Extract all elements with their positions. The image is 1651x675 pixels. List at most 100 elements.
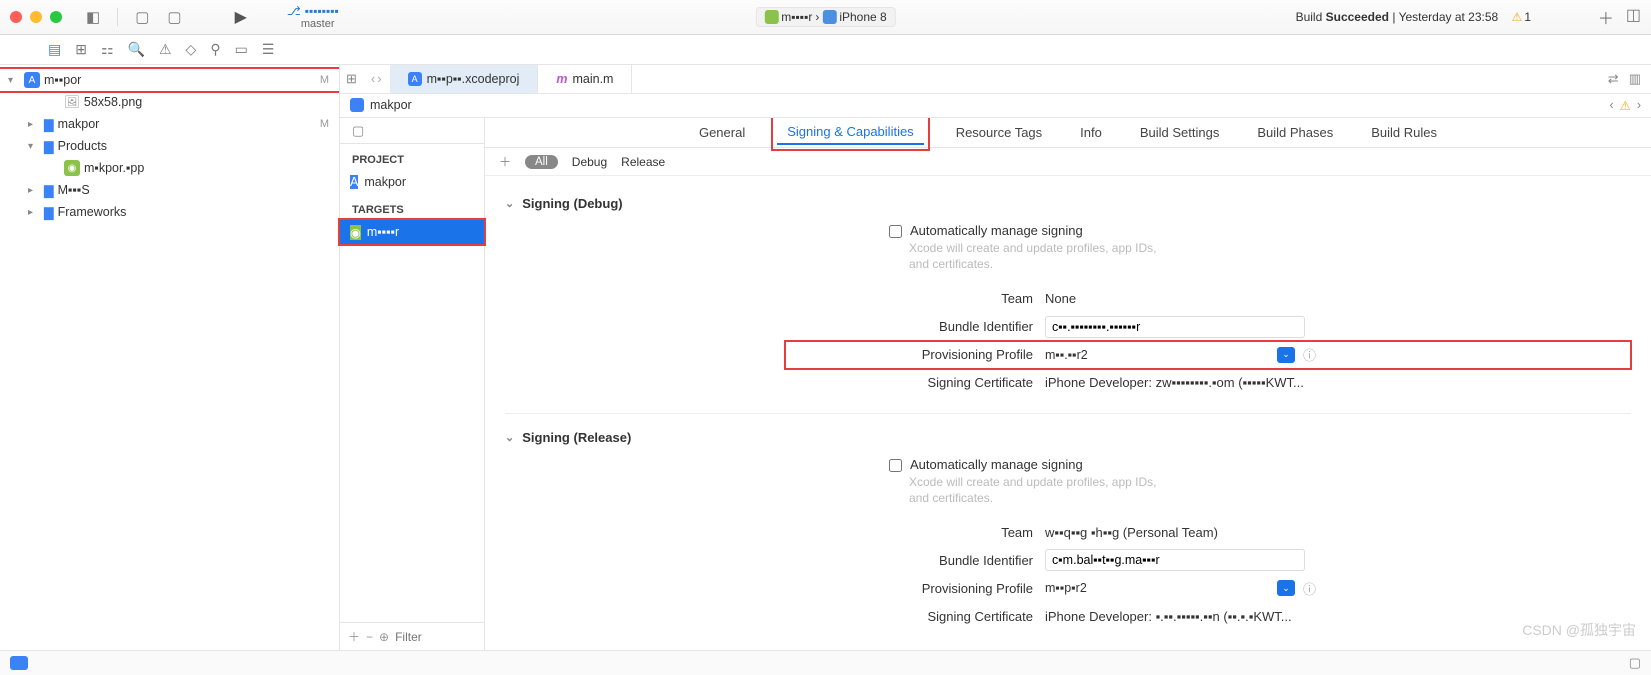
filter-input[interactable] — [395, 630, 455, 644]
disclosure-icon[interactable]: ▾ — [8, 75, 20, 86]
project-item[interactable]: A makpor — [340, 170, 484, 194]
activity-view: Build Succeeded | Yesterday at 23:58 1 — [1296, 10, 1531, 24]
forward-icon[interactable]: ▢ — [167, 8, 181, 26]
project-nav-icon[interactable]: ▤ — [48, 41, 61, 58]
forward-icon[interactable]: › — [1637, 98, 1641, 112]
disclosure-icon[interactable] — [48, 163, 60, 174]
scm-status: M — [320, 118, 329, 130]
folder-icon: ▇ — [44, 117, 54, 132]
separator — [117, 8, 118, 26]
outline-toggle-icon[interactable]: ▢ — [340, 118, 484, 144]
auto-manage-signing-checkbox[interactable] — [889, 459, 902, 472]
tab-mainm[interactable]: m main.m — [538, 65, 632, 93]
tree-row[interactable]: ▾Am▪▪porM — [0, 69, 339, 91]
run-button[interactable]: ▶ — [235, 7, 247, 27]
scm-branch[interactable]: ⎇▪▪▪▪▪▪▪▪ master — [287, 4, 339, 30]
tab-general[interactable]: General — [693, 121, 751, 144]
tab-project[interactable]: A m▪▪p▪▪.xcodeproj — [390, 65, 539, 93]
editor-tabbar: ⊞ ‹› A m▪▪p▪▪.xcodeproj m main.m ⇄ ▥ — [340, 65, 1651, 94]
project-file-icon: A — [408, 72, 422, 86]
find-nav-icon[interactable]: 🔍 — [128, 41, 145, 58]
info-icon[interactable]: ⓘ — [1303, 345, 1316, 364]
tree-row[interactable]: 🖼58x58.png — [0, 91, 339, 113]
bundle-id-input[interactable] — [1045, 316, 1305, 338]
expand-icon[interactable]: ▢ — [1629, 655, 1641, 671]
tab-build-settings[interactable]: Build Settings — [1134, 121, 1226, 144]
test-nav-icon[interactable]: ◇ — [186, 41, 197, 58]
scm-status: M — [320, 74, 329, 86]
tab-resource-tags[interactable]: Resource Tags — [950, 121, 1048, 144]
scheme-selector[interactable]: m▪▪▪▪r › iPhone 8 — [755, 7, 895, 27]
close-icon[interactable] — [10, 11, 22, 23]
add-capability-icon[interactable]: ＋ — [499, 153, 511, 170]
source-nav-icon[interactable]: ⊞ — [75, 41, 87, 58]
separator — [505, 413, 1631, 414]
tree-row[interactable]: ▾▇Products — [0, 135, 339, 157]
signing-cert-value[interactable]: iPhone Developer: ▪.▪▪.▪▪▪▪▪.▪▪n (▪▪.▪.▪… — [1045, 609, 1292, 624]
back-icon[interactable]: ‹ — [1609, 98, 1613, 112]
target-item[interactable]: ◉ m▪▪▪▪r — [340, 220, 484, 244]
disclosure-icon[interactable]: ▸ — [28, 207, 40, 218]
tab-signing[interactable]: Signing & Capabilities — [777, 120, 923, 145]
signing-cert-value[interactable]: iPhone Developer: zw▪▪▪▪▪▪▪▪.▪om (▪▪▪▪▪K… — [1045, 375, 1304, 390]
report-nav-icon[interactable]: ☰ — [262, 41, 275, 58]
back-arrow-icon[interactable]: ‹ — [371, 71, 375, 86]
app-target-icon: ◉ — [350, 225, 361, 240]
provisioning-profile-value: m▪▪.▪▪r2 — [1045, 348, 1088, 362]
disclosure-icon[interactable] — [48, 97, 60, 108]
auto-manage-hint: Xcode will create and update profiles, a… — [909, 474, 1169, 506]
auto-manage-label: Automatically manage signing — [910, 457, 1083, 472]
issue-nav-icon[interactable]: ⚠ — [159, 41, 172, 58]
disclosure-icon[interactable]: ▸ — [28, 185, 40, 196]
section-signing-debug[interactable]: ⌄ Signing (Debug) — [505, 196, 1631, 211]
library-icon[interactable]: ◫ — [1626, 5, 1641, 29]
symbol-nav-icon[interactable]: ⚏ — [101, 41, 114, 58]
tree-label: m▪kpor.▪pp — [84, 161, 144, 175]
split-icon[interactable]: ▥ — [1629, 71, 1641, 87]
remove-target-icon[interactable]: − — [366, 630, 373, 644]
target-item-label: m▪▪▪▪r — [367, 225, 399, 239]
chevron-down-icon: ⌄ — [505, 431, 514, 444]
filter-tag-icon[interactable] — [10, 656, 28, 670]
config-all[interactable]: All — [525, 155, 558, 169]
add-icon[interactable]: ＋ — [1598, 5, 1614, 29]
info-icon[interactable]: ⓘ — [1303, 579, 1316, 598]
debug-nav-icon[interactable]: ⚲ — [210, 41, 220, 58]
bundle-id-input[interactable] — [1045, 549, 1305, 571]
related-items-icon[interactable]: ⊞ — [340, 65, 363, 93]
config-debug[interactable]: Debug — [572, 155, 607, 169]
config-release[interactable]: Release — [621, 155, 665, 169]
auto-manage-label: Automatically manage signing — [910, 223, 1083, 238]
dropdown-icon: ⌄ — [1277, 347, 1295, 363]
tab-build-phases[interactable]: Build Phases — [1251, 121, 1339, 144]
breakpoint-nav-icon[interactable]: ▭ — [235, 41, 248, 58]
tree-row[interactable]: ▸▇makporM — [0, 113, 339, 135]
tree-row[interactable]: ▸▇Frameworks — [0, 201, 339, 223]
tree-label: Products — [58, 139, 107, 153]
tree-row[interactable]: ◉m▪kpor.▪pp — [0, 157, 339, 179]
scheme-name: m▪▪▪▪r — [781, 10, 812, 24]
provisioning-profile-dropdown[interactable]: m▪▪p▪r2 ⌄ — [1045, 580, 1295, 596]
warning-badge[interactable]: 1 — [1512, 10, 1531, 24]
team-value[interactable]: None — [1045, 291, 1076, 306]
tab-build-rules[interactable]: Build Rules — [1365, 121, 1443, 144]
tree-row[interactable]: ▸▇M▪▪▪S — [0, 179, 339, 201]
disclosure-icon[interactable]: ▸ — [28, 119, 40, 130]
back-icon[interactable]: ▢ — [135, 8, 149, 26]
compare-icon[interactable]: ⇄ — [1608, 71, 1619, 87]
sidebar-toggle-icon[interactable]: ◧ — [86, 8, 100, 26]
tab-info[interactable]: Info — [1074, 121, 1108, 144]
fwd-arrow-icon[interactable]: › — [377, 71, 381, 86]
add-target-icon[interactable]: ＋ — [348, 628, 360, 645]
provisioning-profile-dropdown[interactable]: m▪▪.▪▪r2 ⌄ — [1045, 347, 1295, 363]
section-signing-release[interactable]: ⌄ Signing (Release) — [505, 430, 1631, 445]
minimize-icon[interactable] — [30, 11, 42, 23]
auto-manage-signing-checkbox[interactable] — [889, 225, 902, 238]
disclosure-icon[interactable]: ▾ — [28, 141, 40, 152]
maximize-icon[interactable] — [50, 11, 62, 23]
breadcrumb-label[interactable]: makpor — [370, 98, 412, 112]
warning-icon[interactable]: ⚠ — [1620, 98, 1631, 113]
team-value[interactable]: w▪▪q▪▪g ▪h▪▪g (Personal Team) — [1045, 525, 1218, 540]
tree-label: m▪▪por — [44, 73, 81, 87]
signing-cert-label: Signing Certificate — [785, 375, 1045, 390]
